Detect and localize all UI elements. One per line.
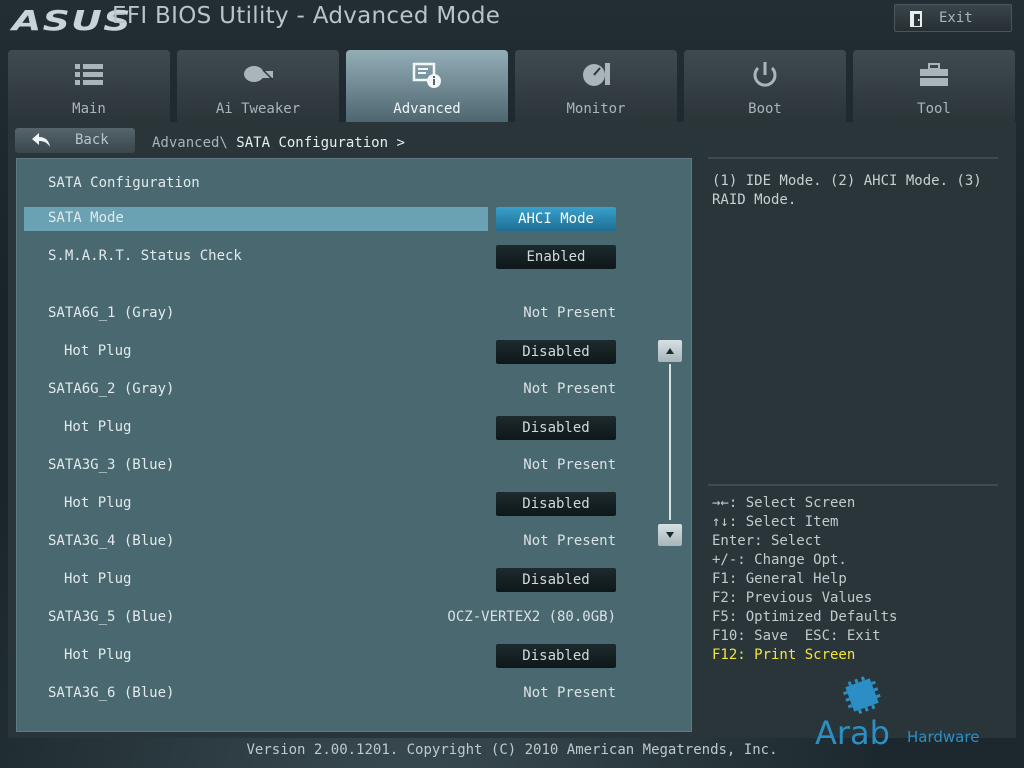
smart-label: S.M.A.R.T. Status Check [48, 248, 242, 264]
hotplug-select[interactable]: Disabled [496, 416, 616, 440]
sata-mode-select[interactable]: AHCI Mode [496, 207, 616, 231]
port-status: OCZ-VERTEX2 (80.0GB) [447, 609, 616, 625]
power-icon [753, 62, 777, 87]
hotplug-select[interactable]: Disabled [496, 568, 616, 592]
hotplug-label: Hot Plug [64, 419, 132, 435]
key-hint: →←: Select Screen [712, 495, 856, 511]
monitor-gauge-icon [583, 63, 610, 86]
sata-mode-label: SATA Mode [48, 210, 124, 226]
exit-button[interactable]: Exit [894, 4, 1012, 32]
hotplug-select[interactable]: Disabled [496, 340, 616, 364]
key-hint: +/-: Change Opt. [712, 552, 847, 568]
port-label: SATA3G_3 (Blue) [48, 457, 175, 473]
tab-label: Main [72, 101, 106, 117]
port-label: SATA3G_6 (Blue) [48, 685, 175, 701]
key-hint: F5: Optimized Defaults [712, 609, 898, 625]
back-button[interactable]: Back [15, 128, 135, 153]
version-footer: Version 2.00.1201. Copyright (C) 2010 Am… [246, 742, 778, 758]
key-hint: Enter: Select [712, 533, 822, 549]
breadcrumb-parent[interactable]: Advanced\ [152, 135, 228, 151]
key-hint: F1: General Help [712, 571, 847, 587]
back-label: Back [75, 132, 109, 148]
tab-label: Advanced [393, 101, 461, 117]
tab-label: Monitor [566, 101, 626, 117]
port-status: Not Present [523, 685, 616, 701]
scrollbar-track[interactable] [669, 364, 671, 520]
help-divider [708, 484, 998, 486]
port-label: SATA6G_2 (Gray) [48, 381, 175, 397]
hotplug-label: Hot Plug [64, 647, 132, 663]
tab-advanced[interactable]: Advanced [346, 50, 508, 122]
hotplug-label: Hot Plug [64, 571, 132, 587]
hotplug-label: Hot Plug [64, 343, 132, 359]
port-label: SATA3G_4 (Blue) [48, 533, 175, 549]
toolbox-icon [920, 63, 948, 86]
help-description: (1) IDE Mode. (2) AHCI Mode. (3) RAID Mo… [712, 173, 982, 208]
ai-tweaker-icon [244, 66, 274, 82]
tab-main[interactable]: Main [8, 50, 170, 122]
tab-boot[interactable]: Boot [684, 50, 846, 122]
port-label: SATA6G_1 (Gray) [48, 305, 175, 321]
arrow-down-icon [666, 532, 674, 538]
key-hint: F2: Previous Values [712, 590, 873, 606]
scroll-up-button[interactable] [658, 340, 682, 362]
advanced-icon [412, 62, 441, 88]
port-status: Not Present [523, 457, 616, 473]
hotplug-label: Hot Plug [64, 495, 132, 511]
port-status: Not Present [523, 533, 616, 549]
section-title-text: SATA Configuration [48, 175, 200, 191]
tab-label: Boot [748, 101, 782, 117]
arrow-up-icon [666, 348, 674, 354]
hotplug-select[interactable]: Disabled [496, 644, 616, 668]
main-tabs: Main Ai Tweaker Advanced Monitor Boot To… [8, 50, 1016, 122]
port-status: Not Present [523, 381, 616, 397]
port-label: SATA3G_5 (Blue) [48, 609, 175, 625]
back-arrow-icon [32, 133, 50, 147]
tab-tool[interactable]: Tool [853, 50, 1015, 122]
help-divider [708, 157, 998, 159]
exit-label: Exit [939, 10, 973, 26]
key-hint-highlight: F12: Print Screen [712, 647, 856, 663]
exit-door-icon [910, 11, 922, 27]
title-bar: ASUS EFI BIOS Utility - Advanced Mode Ex… [0, 0, 1024, 40]
tab-ai-tweaker[interactable]: Ai Tweaker [177, 50, 339, 122]
chip-logo-icon [842, 676, 881, 715]
smart-select[interactable]: Enabled [496, 245, 616, 269]
tab-label: Tool [917, 101, 951, 117]
scroll-down-button[interactable] [658, 524, 682, 546]
hotplug-select[interactable]: Disabled [496, 492, 616, 516]
app-title: EFI BIOS Utility - Advanced Mode [112, 3, 501, 29]
key-hint: ↑↓: Select Item [712, 514, 839, 530]
tab-monitor[interactable]: Monitor [515, 50, 677, 122]
key-hint: F10: Save ESC: Exit [712, 628, 881, 644]
breadcrumb: Advanced\ SATA Configuration > [152, 135, 405, 151]
arab-hardware-watermark: Arab Hardware [815, 672, 995, 752]
key-legend: →←: Select Screen ↑↓: Select Item Enter:… [712, 495, 1002, 666]
tab-label: Ai Tweaker [215, 101, 301, 117]
breadcrumb-current: SATA Configuration > [236, 135, 405, 151]
port-status: Not Present [523, 305, 616, 321]
list-icon [75, 64, 103, 85]
